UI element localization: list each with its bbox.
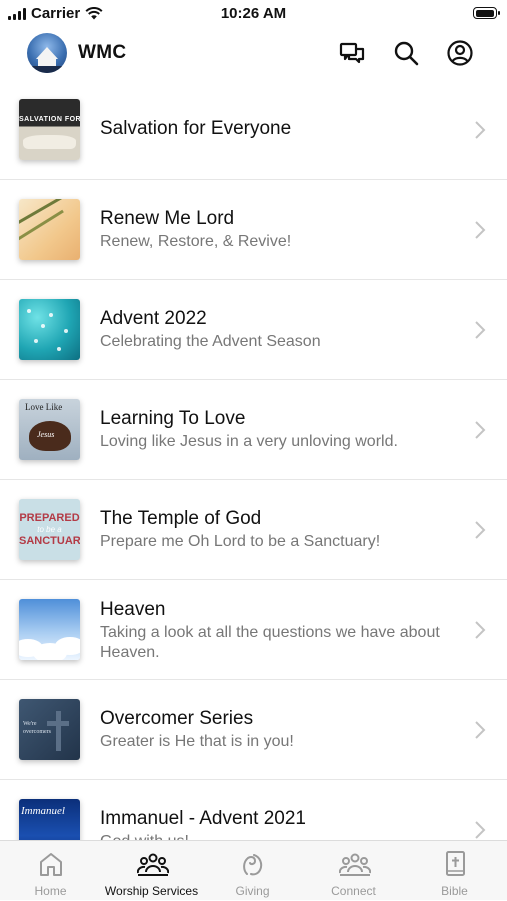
list-item[interactable]: SALVATION FOR ALL Salvation for Everyone	[0, 80, 507, 180]
list-item[interactable]: Advent 2022 Celebrating the Advent Seaso…	[0, 280, 507, 380]
home-icon	[40, 853, 62, 876]
series-thumbnail: Love Like Jesus	[19, 399, 80, 460]
chevron-right-icon	[475, 421, 486, 439]
series-title: Learning To Love	[100, 408, 246, 429]
list-item[interactable]: We're overcomers Overcomer Series Greate…	[0, 680, 507, 780]
app-header: WMC	[0, 28, 507, 80]
tab-connect[interactable]: Connect	[303, 841, 404, 901]
giving-icon	[243, 854, 263, 876]
series-subtitle: Renew, Restore, & Revive!	[100, 233, 292, 250]
tab-giving[interactable]: Giving	[202, 841, 303, 901]
series-subtitle: Loving like Jesus in a very unloving wor…	[100, 433, 398, 450]
tab-label: Worship Services	[104, 884, 199, 898]
battery-icon	[473, 7, 500, 19]
series-thumbnail: Immanuel	[19, 799, 80, 840]
list-item[interactable]: Heaven Taking a look at all the question…	[0, 580, 507, 680]
series-thumbnail: We're overcomers	[19, 699, 80, 760]
chevron-right-icon	[475, 121, 486, 139]
tab-bible[interactable]: Bible	[404, 841, 505, 901]
status-bar: Carrier 10:26 AM	[0, 0, 507, 28]
series-thumbnail	[19, 599, 80, 660]
series-subtitle: Greater is He that is in you!	[100, 733, 294, 750]
series-title: Heaven	[100, 599, 166, 620]
chevron-right-icon	[475, 721, 486, 739]
series-subtitle: Taking a look at all the questions we ha…	[100, 624, 440, 661]
series-title: Advent 2022	[100, 308, 207, 329]
people-icon	[339, 853, 371, 876]
church-logo[interactable]	[27, 33, 67, 73]
tab-home[interactable]: Home	[0, 841, 101, 901]
tab-label: Bible	[441, 884, 468, 898]
list-item[interactable]: Immanuel Immanuel - Advent 2021 God with…	[0, 780, 507, 840]
chevron-right-icon	[475, 321, 486, 339]
status-time: 10:26 AM	[220, 5, 287, 22]
tab-bar: Home Worship Services Giving Connect Bib…	[0, 840, 507, 900]
series-title: Overcomer Series	[100, 708, 254, 729]
chevron-right-icon	[475, 221, 486, 239]
bible-icon	[446, 851, 465, 876]
chevron-right-icon	[475, 821, 486, 839]
series-subtitle: Celebrating the Advent Season	[100, 333, 321, 350]
search-icon[interactable]	[391, 38, 421, 68]
series-thumbnail: SALVATION FOR ALL	[19, 99, 80, 160]
app-title: WMC	[78, 42, 127, 63]
list-item[interactable]: Renew Me Lord Renew, Restore, & Revive!	[0, 180, 507, 280]
worship-series-list: SALVATION FOR ALL Salvation for Everyone…	[0, 80, 507, 840]
chevron-right-icon	[475, 621, 486, 639]
tab-worship-services[interactable]: Worship Services	[101, 841, 202, 901]
profile-icon[interactable]	[445, 38, 475, 68]
list-item[interactable]: PREPARED to be a SANCTUARY The Temple of…	[0, 480, 507, 580]
chat-icon[interactable]	[337, 38, 367, 68]
series-title: Salvation for Everyone	[100, 118, 292, 139]
series-thumbnail: PREPARED to be a SANCTUARY	[19, 499, 80, 560]
tab-label: Giving	[235, 884, 270, 898]
tab-label: Home	[34, 884, 67, 898]
series-title: Immanuel - Advent 2021	[100, 808, 306, 829]
series-subtitle: God with us!	[100, 832, 470, 840]
series-thumbnail	[19, 199, 80, 260]
tab-label: Connect	[331, 884, 376, 898]
series-title: Renew Me Lord	[100, 208, 235, 229]
list-item[interactable]: Love Like Jesus Learning To Love Loving …	[0, 380, 507, 480]
chevron-right-icon	[475, 521, 486, 539]
series-title: The Temple of God	[100, 508, 262, 529]
series-subtitle: Prepare me Oh Lord to be a Sanctuary!	[100, 533, 381, 550]
people-icon	[137, 853, 169, 876]
series-thumbnail	[19, 299, 80, 360]
